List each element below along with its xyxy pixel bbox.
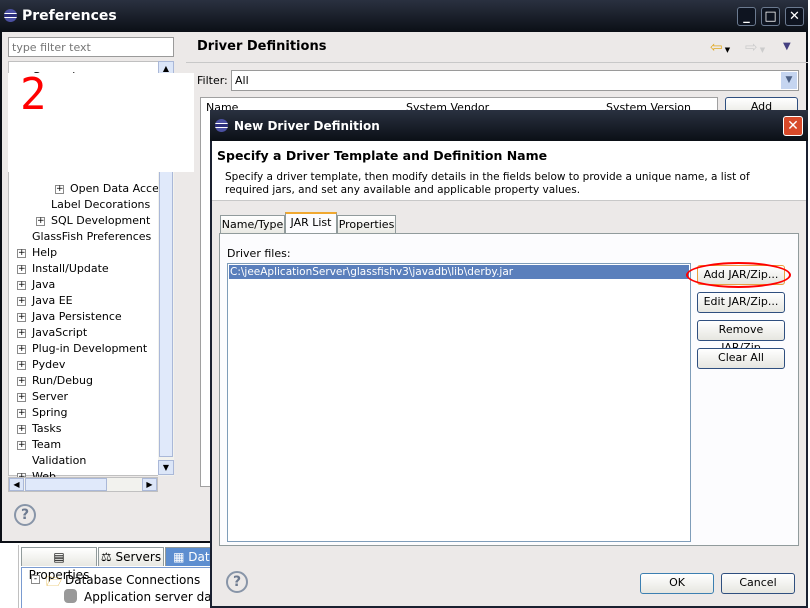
expand-icon[interactable]: + xyxy=(17,425,26,434)
dialog-heading: Specify a Driver Template and Definition… xyxy=(217,148,548,163)
expand-icon[interactable]: + xyxy=(17,361,26,370)
folder-icon: 🗁 xyxy=(46,575,63,590)
eclipse-icon xyxy=(215,119,228,132)
tree-item-label: Plug-in Development xyxy=(32,342,148,355)
back-button[interactable]: ⇦ ▼ xyxy=(710,38,730,56)
tree-item-label: Java xyxy=(32,278,56,291)
tree-item-label: GlassFish Preferences xyxy=(32,230,152,243)
tree-item-database-connections[interactable]: Database Connections xyxy=(65,573,200,587)
tree-item-label: Install/Update xyxy=(32,262,109,275)
tree-horizontal-scrollbar[interactable]: ◀ ▶ xyxy=(8,477,158,492)
close-button[interactable]: ✕ xyxy=(785,7,804,26)
tab-properties[interactable]: ▤ Properties xyxy=(21,547,97,582)
dialog-description-2: required jars, and set any available and… xyxy=(225,184,581,196)
cancel-button[interactable]: Cancel xyxy=(721,573,795,594)
eclipse-icon xyxy=(4,9,17,22)
filter-label: Filter: xyxy=(197,74,228,87)
expand-icon[interactable]: + xyxy=(17,393,26,402)
clear-all-button[interactable]: Clear All xyxy=(697,348,785,369)
dialog-close-button[interactable]: ✕ xyxy=(783,116,803,136)
header-divider xyxy=(186,62,808,63)
dialog-description-1: Specify a driver template, then modify d… xyxy=(225,171,750,183)
view-menu-icon[interactable]: ▼ xyxy=(783,41,791,52)
expand-icon[interactable]: + xyxy=(17,377,26,386)
expand-icon[interactable]: + xyxy=(17,265,26,274)
ok-button[interactable]: OK xyxy=(640,573,714,594)
tree-item-label: Server xyxy=(32,390,69,403)
dialog-header: Specify a Driver Template and Definition… xyxy=(212,141,806,201)
annotation-number: 2 xyxy=(20,69,47,120)
expand-icon[interactable]: + xyxy=(17,297,26,306)
tree-item-label: Label Decorations xyxy=(51,198,151,211)
data-source-view: ▤ Properties ⚖ Servers ▦ Data - 🗁 Databa… xyxy=(18,545,245,608)
expand-icon[interactable]: + xyxy=(17,441,26,450)
filter-text-input[interactable] xyxy=(8,37,174,57)
driver-files-list[interactable]: C:\jeeAplicationServer\glassfishv3\javad… xyxy=(227,263,691,542)
expand-icon[interactable]: + xyxy=(17,345,26,354)
expand-icon[interactable]: + xyxy=(36,217,45,226)
tree-item-label: Help xyxy=(32,246,58,259)
tree-item-label: Java Persistence xyxy=(32,310,122,323)
driver-files-label: Driver files: xyxy=(227,247,291,260)
expand-icon[interactable]: + xyxy=(17,313,26,322)
expand-icon[interactable]: + xyxy=(17,249,26,258)
window-title: Preferences xyxy=(22,8,117,24)
tree-item-label: Run/Debug xyxy=(32,374,93,387)
dialog-title-bar: New Driver Definition ✕ xyxy=(210,110,808,141)
chevron-down-icon[interactable]: ▼ xyxy=(781,72,797,89)
driver-file-item[interactable]: C:\jeeAplicationServer\glassfishv3\javad… xyxy=(229,265,689,279)
forward-button[interactable]: ⇨ ▼ xyxy=(745,38,765,56)
tab-name-type[interactable]: Name/Type xyxy=(220,215,285,234)
tree-item-label: JavaScript xyxy=(32,326,88,339)
database-icon xyxy=(64,589,77,603)
minimize-button[interactable]: _ xyxy=(737,7,756,26)
expand-icon[interactable]: + xyxy=(17,409,26,418)
tab-jar-list[interactable]: JAR List xyxy=(285,212,337,233)
tree-item-label: SQL Development xyxy=(51,214,151,227)
remove-jar-button[interactable]: Remove JAR/Zip xyxy=(697,320,785,354)
maximize-button[interactable]: □ xyxy=(761,7,780,26)
expand-icon[interactable]: + xyxy=(55,185,64,194)
tree-item-label: Pydev xyxy=(32,358,66,371)
tab-servers[interactable]: ⚖ Servers xyxy=(98,547,164,566)
tab-properties-dialog[interactable]: Properties xyxy=(337,215,396,234)
help-icon[interactable]: ? xyxy=(14,504,36,526)
highlight-ellipse xyxy=(686,262,791,288)
filter-combo-value: All xyxy=(235,74,249,87)
annotation-overlay: 2 xyxy=(8,69,194,172)
expand-icon[interactable]: + xyxy=(17,281,26,290)
page-title: Driver Definitions xyxy=(197,39,327,54)
tree-item-label: Java EE xyxy=(32,294,73,307)
tree-item-label: Team xyxy=(32,438,62,451)
expand-icon[interactable]: + xyxy=(17,329,26,338)
preferences-title-bar: Preferences _ □ ✕ xyxy=(0,0,808,32)
tree-item-label: Open Data Access xyxy=(70,182,171,195)
filter-combo[interactable]: All ▼ xyxy=(231,70,799,91)
tree-item-label: Tasks xyxy=(32,422,62,435)
edit-jar-button[interactable]: Edit JAR/Zip... xyxy=(697,292,785,313)
tree-item-label: Spring xyxy=(32,406,68,419)
dialog-help-icon[interactable]: ? xyxy=(226,571,248,593)
tree-item-label: Validation xyxy=(32,454,87,467)
collapse-icon[interactable]: - xyxy=(31,575,40,584)
dialog-title: New Driver Definition xyxy=(234,119,380,133)
